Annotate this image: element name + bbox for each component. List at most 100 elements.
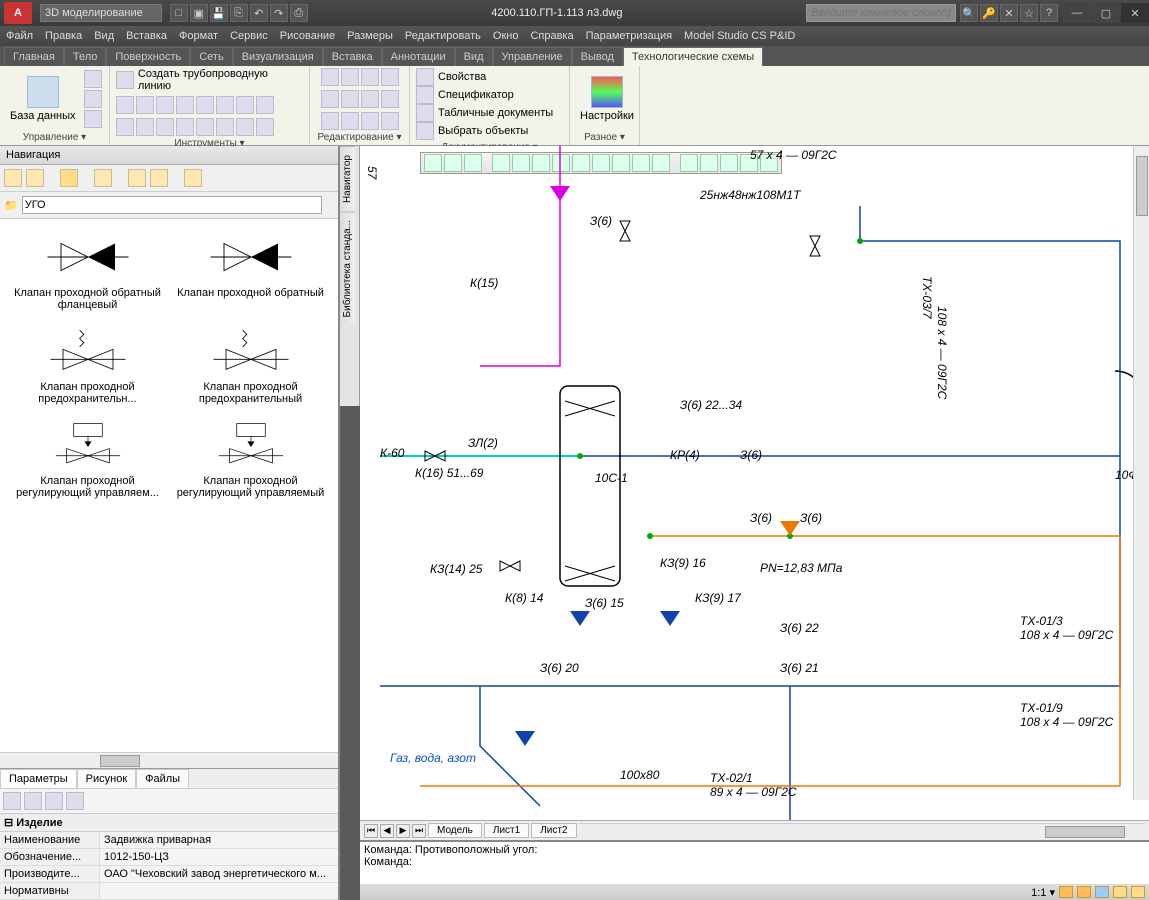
edit-tool[interactable] [381, 68, 399, 86]
param-row[interactable]: Обозначение...1012-150-ЦЗ [0, 849, 338, 866]
instr-tool[interactable] [196, 96, 214, 114]
lib-item[interactable]: Клапан проходной регулирующий управляемы… [171, 415, 330, 499]
db-tool-3[interactable] [84, 110, 102, 128]
instr-tool[interactable] [236, 96, 254, 114]
menu-format[interactable]: Формат [179, 30, 218, 42]
db-tool-1[interactable] [84, 70, 102, 88]
nav-find-icon[interactable] [128, 169, 146, 187]
ribbontab-output[interactable]: Вывод [572, 47, 623, 66]
ribbontab-insert[interactable]: Вставка [323, 47, 382, 66]
tab-first-icon[interactable]: ⏮ [364, 824, 378, 838]
menu-window[interactable]: Окно [493, 30, 519, 42]
menu-file[interactable]: Файл [6, 30, 33, 42]
instr-tool[interactable] [136, 118, 154, 136]
sidetab-navigator[interactable]: Навигатор [340, 146, 355, 211]
instr-tool[interactable] [236, 118, 254, 136]
param-tab-parameters[interactable]: Параметры [0, 769, 77, 788]
menu-help[interactable]: Справка [530, 30, 573, 42]
ribbontab-manage[interactable]: Управление [493, 47, 572, 66]
instr-tool[interactable] [176, 118, 194, 136]
help-icon[interactable]: ? [1040, 4, 1058, 22]
ribbontab-render[interactable]: Визуализация [233, 47, 323, 66]
lib-item[interactable]: Клапан проходной предохранительн... [8, 321, 167, 405]
edit-tool[interactable] [361, 90, 379, 108]
ribbontab-surface[interactable]: Поверхность [106, 47, 190, 66]
instr-tool[interactable] [116, 118, 134, 136]
canvas[interactable]: 57 x 4 — 09Г2С 25нж48нж108М1Т З(6) К(15)… [360, 146, 1149, 820]
layout-tab-sheet2[interactable]: Лист2 [531, 823, 576, 838]
instr-tool[interactable] [156, 96, 174, 114]
ribbontab-main[interactable]: Главная [4, 47, 64, 66]
edit-tool[interactable] [341, 68, 359, 86]
saveas-icon[interactable]: ⎘ [230, 4, 248, 22]
status-icon[interactable] [1113, 886, 1127, 898]
instr-tool[interactable] [256, 118, 274, 136]
param-row[interactable]: НаименованиеЗадвижка приварная [0, 832, 338, 849]
nav-link-icon[interactable] [184, 169, 202, 187]
canvas-hscroll[interactable] [579, 823, 1146, 839]
table-docs-button[interactable]: Табличные документы [416, 104, 553, 122]
key-icon[interactable]: 🔑 [980, 4, 998, 22]
edit-tool[interactable] [361, 68, 379, 86]
status-scale[interactable]: 1:1 ▾ [1031, 886, 1055, 899]
lib-item[interactable]: Клапан проходной обратный [171, 227, 330, 311]
menu-insert[interactable]: Вставка [126, 30, 167, 42]
new-icon[interactable]: □ [170, 4, 188, 22]
param-tab-files[interactable]: Файлы [136, 769, 189, 788]
exchange-icon[interactable]: ✕ [1000, 4, 1018, 22]
ribbontab-solid[interactable]: Тело [64, 47, 107, 66]
panel-title-manage[interactable]: Управление ▾ [6, 130, 103, 143]
param-tab-drawing[interactable]: Рисунок [77, 769, 137, 788]
save-icon[interactable]: 💾 [210, 4, 228, 22]
redo-icon[interactable]: ↷ [270, 4, 288, 22]
status-icon[interactable] [1095, 886, 1109, 898]
menu-draw[interactable]: Рисование [280, 30, 335, 42]
instr-tool[interactable] [136, 96, 154, 114]
nav-play-icon[interactable] [60, 169, 78, 187]
edit-tool[interactable] [361, 112, 379, 130]
panel-title-edit[interactable]: Редактирование ▾ [316, 130, 403, 143]
param-row[interactable]: Нормативны [0, 883, 338, 900]
instr-tool[interactable] [216, 96, 234, 114]
settings-button[interactable]: Настройки [576, 74, 638, 124]
ribbontab-mesh[interactable]: Сеть [190, 47, 232, 66]
nav-text-icon[interactable] [94, 169, 112, 187]
select-objects-button[interactable]: Выбрать объекты [416, 122, 528, 140]
param-tool[interactable] [45, 792, 63, 810]
layout-tab-model[interactable]: Модель [428, 823, 482, 838]
param-tool[interactable] [3, 792, 21, 810]
menu-modify[interactable]: Редактировать [405, 30, 481, 42]
instr-tool[interactable] [256, 96, 274, 114]
instr-tool[interactable] [116, 96, 134, 114]
instr-tool[interactable] [176, 96, 194, 114]
status-icon[interactable] [1059, 886, 1073, 898]
menu-modelstudio[interactable]: Model Studio CS P&ID [684, 30, 795, 42]
menu-view[interactable]: Вид [94, 30, 114, 42]
nav-filter-icon[interactable] [150, 169, 168, 187]
library-search-input[interactable] [22, 196, 322, 214]
lib-item[interactable]: Клапан проходной регулирующий управляем.… [8, 415, 167, 499]
ribbontab-tech[interactable]: Технологические схемы [623, 47, 763, 66]
library-hscroll[interactable] [0, 752, 338, 768]
tab-last-icon[interactable]: ⏭ [412, 824, 426, 838]
specifier-button[interactable]: Спецификатор [416, 86, 514, 104]
edit-tool[interactable] [321, 90, 339, 108]
binoculars-icon[interactable]: 🔍 [960, 4, 978, 22]
lib-item[interactable]: Клапан проходной предохранительный [171, 321, 330, 405]
db-tool-2[interactable] [84, 90, 102, 108]
param-group-header[interactable]: ⊟ Изделие [0, 814, 338, 832]
menu-dimension[interactable]: Размеры [347, 30, 393, 42]
maximize-button[interactable]: ▢ [1092, 3, 1120, 23]
layout-tab-sheet1[interactable]: Лист1 [484, 823, 529, 838]
star-icon[interactable]: ☆ [1020, 4, 1038, 22]
menu-edit[interactable]: Правка [45, 30, 82, 42]
tab-prev-icon[interactable]: ◀ [380, 824, 394, 838]
edit-tool[interactable] [381, 90, 399, 108]
properties-button[interactable]: Свойства [416, 68, 486, 86]
create-pipeline-button[interactable]: Создать трубопроводную линию [116, 68, 303, 92]
cmd-prompt[interactable]: Команда: [364, 856, 1145, 868]
database-button[interactable]: База данных [6, 74, 80, 124]
minimize-button[interactable]: — [1063, 3, 1091, 23]
param-tool[interactable] [66, 792, 84, 810]
edit-tool[interactable] [341, 112, 359, 130]
